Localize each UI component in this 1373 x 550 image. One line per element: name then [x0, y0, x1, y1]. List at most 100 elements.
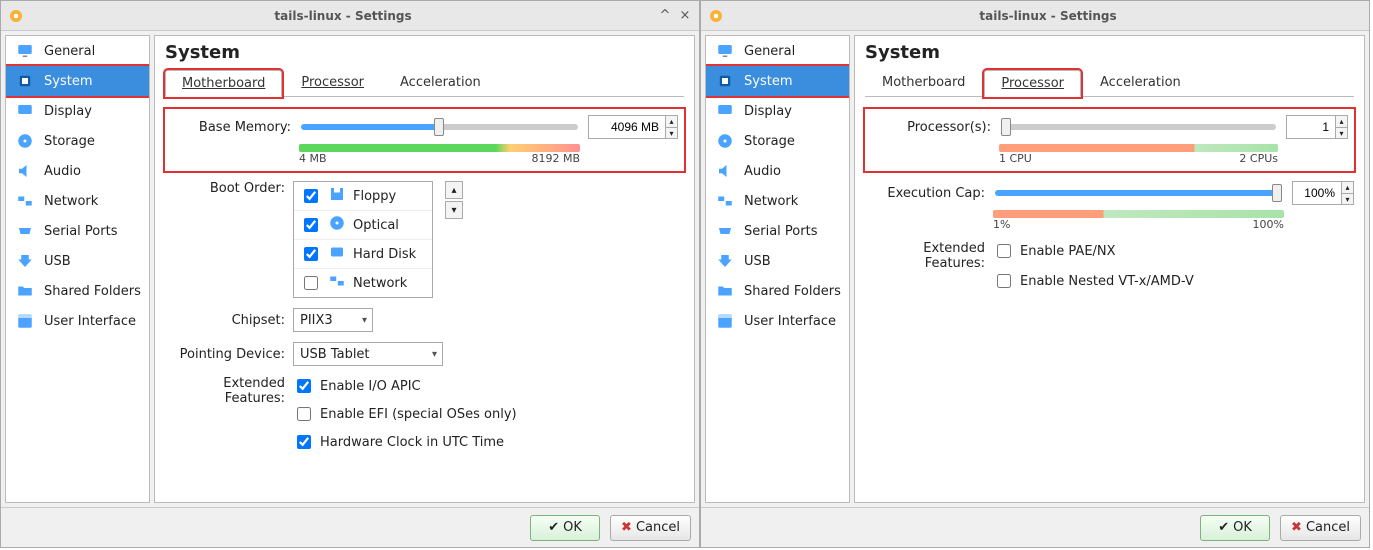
processors-row: Processor(s): ▴▾: [865, 109, 1354, 171]
sidebar-item-shared-folders[interactable]: Shared Folders: [6, 276, 149, 306]
usb-icon: [714, 251, 736, 271]
pointing-device-value: USB Tablet: [300, 347, 370, 362]
display-icon: [14, 101, 36, 121]
spin-down[interactable]: ▾: [1336, 127, 1347, 138]
base-memory-spinbox[interactable]: [588, 115, 666, 139]
ioapic-checkbox[interactable]: [297, 379, 311, 393]
spin-up[interactable]: ▴: [1342, 182, 1353, 193]
harddisk-icon: [327, 243, 347, 265]
monitor-icon: [714, 41, 736, 61]
check-icon: ✔: [1218, 520, 1229, 535]
tab-acceleration[interactable]: Acceleration: [1083, 69, 1198, 96]
cancel-button[interactable]: ✖ Cancel: [610, 515, 691, 541]
extended-features-label: Extended Features:: [165, 376, 285, 406]
processors-slider[interactable]: [1001, 124, 1276, 130]
sidebar-item-label: Audio: [744, 164, 781, 179]
nested-checkbox[interactable]: [997, 274, 1011, 288]
sidebar-item-serial-ports[interactable]: Serial Ports: [6, 216, 149, 246]
processors-spinbox[interactable]: [1286, 115, 1336, 139]
sidebar-item-label: General: [44, 44, 95, 59]
paenx-checkbox[interactable]: [997, 244, 1011, 258]
execcap-max-label: 100%: [1253, 218, 1284, 231]
sidebar-item-user-interface[interactable]: User Interface: [706, 306, 849, 336]
base-memory-value[interactable]: [593, 119, 661, 135]
ok-button[interactable]: ✔ OK: [530, 515, 600, 541]
sidebar-item-label: User Interface: [744, 314, 836, 329]
boot-network-checkbox[interactable]: [304, 276, 318, 290]
processors-label: Processor(s):: [871, 120, 991, 135]
speaker-icon: [714, 161, 736, 181]
boot-move-up[interactable]: ▴: [445, 181, 463, 199]
tab-processor[interactable]: Processor: [284, 69, 381, 96]
spin-up[interactable]: ▴: [666, 116, 677, 127]
spin-up[interactable]: ▴: [1336, 116, 1347, 127]
folder-icon: [14, 281, 36, 301]
boot-floppy-checkbox[interactable]: [304, 189, 318, 203]
sidebar-item-shared-folders[interactable]: Shared Folders: [706, 276, 849, 306]
boot-item-floppy[interactable]: Floppy: [294, 182, 432, 211]
sidebar-item-system[interactable]: System: [706, 66, 849, 96]
sidebar-item-usb[interactable]: USB: [706, 246, 849, 276]
efi-check[interactable]: Enable EFI (special OSes only): [293, 404, 517, 424]
tab-acceleration[interactable]: Acceleration: [383, 69, 498, 96]
utc-checkbox[interactable]: [297, 435, 311, 449]
serial-icon: [714, 221, 736, 241]
page-title: System: [165, 42, 684, 63]
cancel-button[interactable]: ✖ Cancel: [1280, 515, 1361, 541]
base-memory-slider[interactable]: [301, 124, 578, 130]
execution-cap-value[interactable]: [1297, 185, 1337, 201]
sidebar-item-usb[interactable]: USB: [6, 246, 149, 276]
execution-cap-slider[interactable]: [995, 190, 1282, 196]
sidebar-item-serial-ports[interactable]: Serial Ports: [706, 216, 849, 246]
tab-processor[interactable]: Processor: [984, 70, 1081, 97]
sidebar-item-display[interactable]: Display: [706, 96, 849, 126]
sidebar-item-display[interactable]: Display: [6, 96, 149, 126]
boot-optical-checkbox[interactable]: [304, 218, 318, 232]
sidebar-item-label: Network: [744, 194, 798, 209]
spin-down[interactable]: ▾: [666, 127, 677, 138]
minimize-button[interactable]: ^: [657, 8, 673, 24]
sidebar-item-label: Shared Folders: [744, 284, 841, 299]
serial-icon: [14, 221, 36, 241]
efi-checkbox[interactable]: [297, 407, 311, 421]
paenx-check[interactable]: Enable PAE/NX: [993, 241, 1194, 261]
processors-value[interactable]: [1291, 119, 1331, 135]
boot-order-list: Floppy Optical Hard Disk: [293, 181, 433, 298]
execution-cap-spinbox[interactable]: [1292, 181, 1342, 205]
ui-icon: [14, 311, 36, 331]
ok-button[interactable]: ✔ OK: [1200, 515, 1270, 541]
chipset-select[interactable]: PIIX3: [293, 308, 373, 332]
sidebar-item-storage[interactable]: Storage: [6, 126, 149, 156]
tab-motherboard[interactable]: Motherboard: [865, 69, 982, 96]
sidebar-item-audio[interactable]: Audio: [706, 156, 849, 186]
ioapic-label: Enable I/O APIC: [320, 379, 421, 394]
utc-check[interactable]: Hardware Clock in UTC Time: [293, 432, 517, 452]
close-button[interactable]: ×: [677, 8, 693, 24]
tab-motherboard[interactable]: Motherboard: [165, 70, 282, 97]
sidebar-item-general[interactable]: General: [6, 36, 149, 66]
check-icon: ✔: [548, 520, 559, 535]
boot-item-network[interactable]: Network: [294, 269, 432, 297]
window-title: tails-linux - Settings: [33, 9, 653, 23]
boot-harddisk-checkbox[interactable]: [304, 247, 318, 261]
boot-item-label: Optical: [353, 218, 399, 233]
boot-move-down[interactable]: ▾: [445, 201, 463, 219]
sidebar-item-audio[interactable]: Audio: [6, 156, 149, 186]
nested-check[interactable]: Enable Nested VT-x/AMD-V: [993, 271, 1194, 291]
sidebar-item-user-interface[interactable]: User Interface: [6, 306, 149, 336]
sidebar-item-label: Serial Ports: [44, 224, 117, 239]
sidebar-item-storage[interactable]: Storage: [706, 126, 849, 156]
usb-icon: [14, 251, 36, 271]
pointing-device-select[interactable]: USB Tablet: [293, 342, 443, 366]
spin-down[interactable]: ▾: [1342, 193, 1353, 204]
chipset-value: PIIX3: [300, 313, 333, 328]
boot-item-optical[interactable]: Optical: [294, 211, 432, 240]
speaker-icon: [14, 161, 36, 181]
sidebar-item-general[interactable]: General: [706, 36, 849, 66]
sidebar-item-network[interactable]: Network: [6, 186, 149, 216]
ioapic-check[interactable]: Enable I/O APIC: [293, 376, 517, 396]
sidebar-item-network[interactable]: Network: [706, 186, 849, 216]
sidebar-item-system[interactable]: System: [6, 66, 149, 96]
content-panel: System Motherboard Processor Acceleratio…: [854, 35, 1365, 503]
boot-item-harddisk[interactable]: Hard Disk: [294, 240, 432, 269]
